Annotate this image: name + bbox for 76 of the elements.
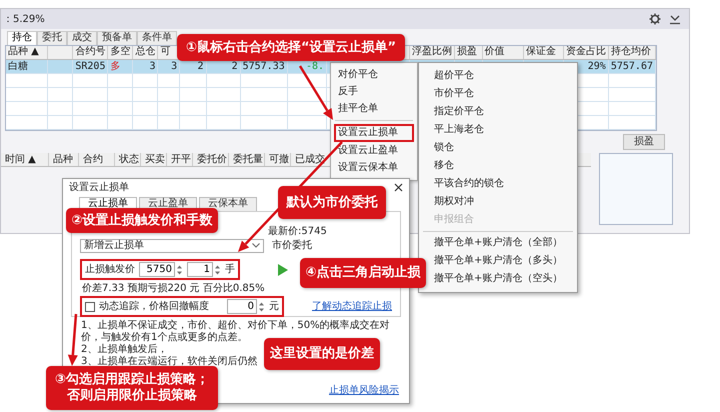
column-header[interactable]: 委托量: [229, 153, 265, 166]
table-cell: 白糖: [6, 59, 48, 73]
menu-item[interactable]: 市价平仓: [422, 86, 574, 102]
tab[interactable]: 条件单: [137, 31, 177, 45]
column-header[interactable]: 损盈: [454, 46, 482, 59]
column-header[interactable]: 品种: [49, 153, 79, 166]
callout-label: ②设置止损触发价和手数: [66, 208, 218, 233]
column-header[interactable]: 开平: [167, 153, 193, 166]
dialog-title: 设置云止损单: [69, 180, 129, 194]
table-cell: SR205: [72, 59, 108, 73]
column-header[interactable]: 浮盈比例: [409, 46, 454, 59]
spinner-arrows-icon: [258, 300, 265, 312]
menu-item[interactable]: 挂平仓单: [334, 101, 414, 117]
column-header[interactable]: 持仓均价: [608, 46, 656, 59]
unit-label: 元: [269, 300, 279, 314]
note-text: 3、止损单在云端运行，软件关闭后仍然: [81, 356, 258, 368]
checkbox[interactable]: [85, 302, 95, 312]
column-header[interactable]: 合约号: [72, 46, 108, 59]
column-header[interactable]: 总仓: [132, 46, 158, 59]
play-icon[interactable]: [278, 264, 288, 276]
column-header[interactable]: 合约: [79, 153, 115, 166]
column-header[interactable]: 状态: [115, 153, 141, 166]
unit-label: 手: [225, 262, 235, 277]
tab[interactable]: 成交: [67, 31, 97, 45]
retrace-input[interactable]: 0: [227, 299, 257, 314]
column-header[interactable]: 资金占比: [563, 46, 608, 59]
collapse-icon[interactable]: [669, 13, 681, 25]
column-header[interactable]: 保证金: [524, 46, 564, 59]
note-text: 2、止损单触发后，: [81, 344, 168, 356]
field-label: 止损触发价: [85, 262, 135, 277]
order-select[interactable]: 新增云止损单: [80, 238, 264, 252]
price-input[interactable]: 5750: [139, 262, 175, 277]
help-link[interactable]: 了解动态追踪止损: [312, 299, 392, 314]
summary-text: 价差7.33 预期亏损220 元 百分比0.85%: [81, 282, 266, 296]
settings-icon[interactable]: [649, 13, 661, 25]
menu-item[interactable]: 撤平仓单+账户清仓（全部）: [422, 235, 574, 251]
menu-item[interactable]: 设置云止损单: [334, 124, 414, 142]
menu-item[interactable]: 期权对冲: [422, 194, 574, 210]
order-type-label: 市价委托: [272, 238, 312, 253]
window-title: ：5.29%: [3, 12, 45, 26]
callout-label: ①鼠标右击合约选择“设置云止损单”: [177, 34, 405, 61]
spinner-arrows-icon: [176, 264, 183, 276]
column-header[interactable]: 可撤: [265, 153, 291, 166]
column-header[interactable]: 品种 ▲: [6, 46, 48, 59]
button[interactable]: 损盈: [623, 134, 665, 150]
tab[interactable]: 预备单: [97, 31, 137, 45]
table-cell: 5757.67: [608, 59, 656, 73]
close-icon[interactable]: [394, 182, 403, 192]
last-price-label: 最新价:5745: [268, 224, 327, 236]
lots-input[interactable]: 1: [187, 262, 213, 277]
tab[interactable]: 委托: [37, 31, 67, 45]
column-header[interactable]: 价值: [482, 46, 524, 59]
dropdown-caret-icon: [252, 243, 260, 248]
menu-item[interactable]: 设置云止盈单: [334, 143, 414, 159]
tab[interactable]: 云保本单: [199, 197, 257, 211]
menu-item[interactable]: 平该合约的锁仓: [422, 176, 574, 192]
column-header[interactable]: 多空: [108, 46, 133, 59]
tab[interactable]: 持仓: [7, 31, 37, 45]
callout-label: 默认为市价委托: [278, 186, 386, 219]
menu-item[interactable]: 移仓: [422, 158, 574, 174]
menu-item[interactable]: 对价平仓: [334, 67, 414, 83]
column-header[interactable]: 委托价: [193, 153, 229, 166]
callout-label: ④点击三角启动止损: [300, 258, 426, 288]
callout-label: ③勾选启用跟踪止损策略；否则启用限价止损策略: [46, 366, 218, 410]
callout-label: 这里设置的是价差: [264, 338, 380, 370]
spinner-arrows-icon: [214, 264, 221, 276]
menu-item[interactable]: 平上海老仓: [422, 122, 574, 138]
column-header[interactable]: 买卖: [141, 153, 167, 166]
menu-item[interactable]: 反手: [334, 84, 414, 100]
pointer-arrow: [68, 314, 78, 366]
risk-link[interactable]: 止损单风险揭示: [329, 383, 399, 398]
menu-item[interactable]: 指定价平仓: [422, 104, 574, 120]
checkbox-label: 动态追踪，价格回撤幅度: [99, 300, 209, 314]
menu-item[interactable]: 锁仓: [422, 140, 574, 156]
column-header[interactable]: 时间 ▲: [1, 153, 49, 166]
menu-item[interactable]: 设置云保本单: [334, 160, 414, 176]
